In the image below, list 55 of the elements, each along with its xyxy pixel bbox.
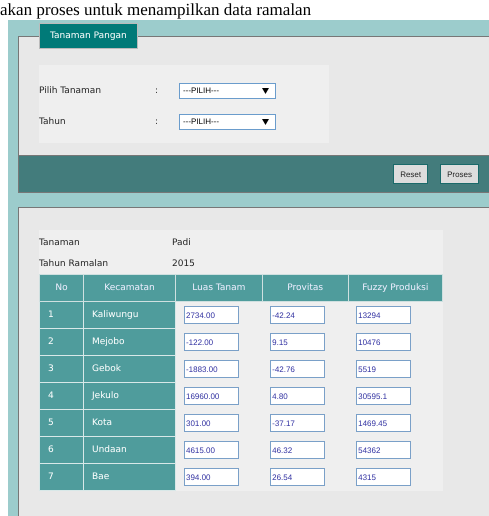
value-field[interactable]: 1469.45 <box>356 414 412 432</box>
table-cell: 2 <box>40 328 84 356</box>
table-cell: Gebok <box>84 356 176 382</box>
table-cell: 6 <box>40 436 84 464</box>
table-cell: 1 <box>40 302 84 328</box>
select-dropdown[interactable]: ---PILIH--- <box>179 82 276 98</box>
value-field[interactable]: -1883.00 <box>184 360 239 378</box>
select-dropdown[interactable]: ---PILIH--- <box>179 114 276 130</box>
value-field[interactable]: 10476 <box>356 333 412 351</box>
table-cell: Jekulo <box>84 382 176 410</box>
table-cell: 7 <box>40 464 84 490</box>
column-header: No <box>40 274 84 302</box>
column-header: Luas Tanam <box>176 274 262 302</box>
value-field[interactable]: -42.24 <box>270 306 326 324</box>
column-header: Provitas <box>262 274 348 302</box>
value-field[interactable]: -122.00 <box>184 333 239 351</box>
column-header: Fuzzy Produksi <box>348 274 442 302</box>
value-field[interactable]: 5519 <box>356 360 412 378</box>
info-label: Tahun Ramalan <box>39 258 110 268</box>
value-field[interactable]: -37.17 <box>270 414 326 432</box>
info-label: Tanaman <box>39 238 81 248</box>
table-cell: Mejobo <box>84 328 176 356</box>
value-field[interactable]: 301.00 <box>184 414 239 432</box>
caret-icon <box>262 118 269 124</box>
info-value: 2015 <box>172 258 195 268</box>
value-field[interactable]: 2734.00 <box>184 306 239 324</box>
info-value: Padi <box>172 238 191 248</box>
caret-icon <box>262 88 269 94</box>
value-field[interactable]: 9.15 <box>270 333 326 351</box>
table-cell: Kaliwungu <box>84 302 176 328</box>
value-field[interactable]: 26.54 <box>270 468 326 486</box>
field-label: Pilih Tanaman <box>39 86 102 96</box>
table-cell: Undaan <box>84 436 176 464</box>
field-label: Tahun <box>39 116 67 126</box>
table-cell: Kota <box>84 410 176 436</box>
value-field[interactable]: 46.32 <box>270 441 326 459</box>
value-field[interactable]: 30595.1 <box>356 387 412 405</box>
action-button[interactable]: Proses <box>440 164 479 184</box>
value-field[interactable]: -42.76 <box>270 360 326 378</box>
value-field[interactable]: 4615.00 <box>184 441 239 459</box>
value-field[interactable]: 13294 <box>356 306 412 324</box>
caption-text: akan proses untuk menampilkan data ramalan <box>0 0 312 20</box>
colon-text: : <box>155 116 160 126</box>
value-field[interactable]: 4315 <box>356 468 412 486</box>
table-cell: 3 <box>40 356 84 382</box>
table-cell: 4 <box>40 382 84 410</box>
column-header: Kecamatan <box>84 274 176 302</box>
colon-text: : <box>155 86 160 96</box>
action-button[interactable]: Reset <box>393 164 428 184</box>
value-field[interactable]: 16960.00 <box>184 387 239 405</box>
table-cell: Bae <box>84 464 176 490</box>
table-cell: 5 <box>40 410 84 436</box>
value-field[interactable]: 54362 <box>356 441 412 459</box>
value-field[interactable]: 4.80 <box>270 387 326 405</box>
value-field[interactable]: 394.00 <box>184 468 239 486</box>
